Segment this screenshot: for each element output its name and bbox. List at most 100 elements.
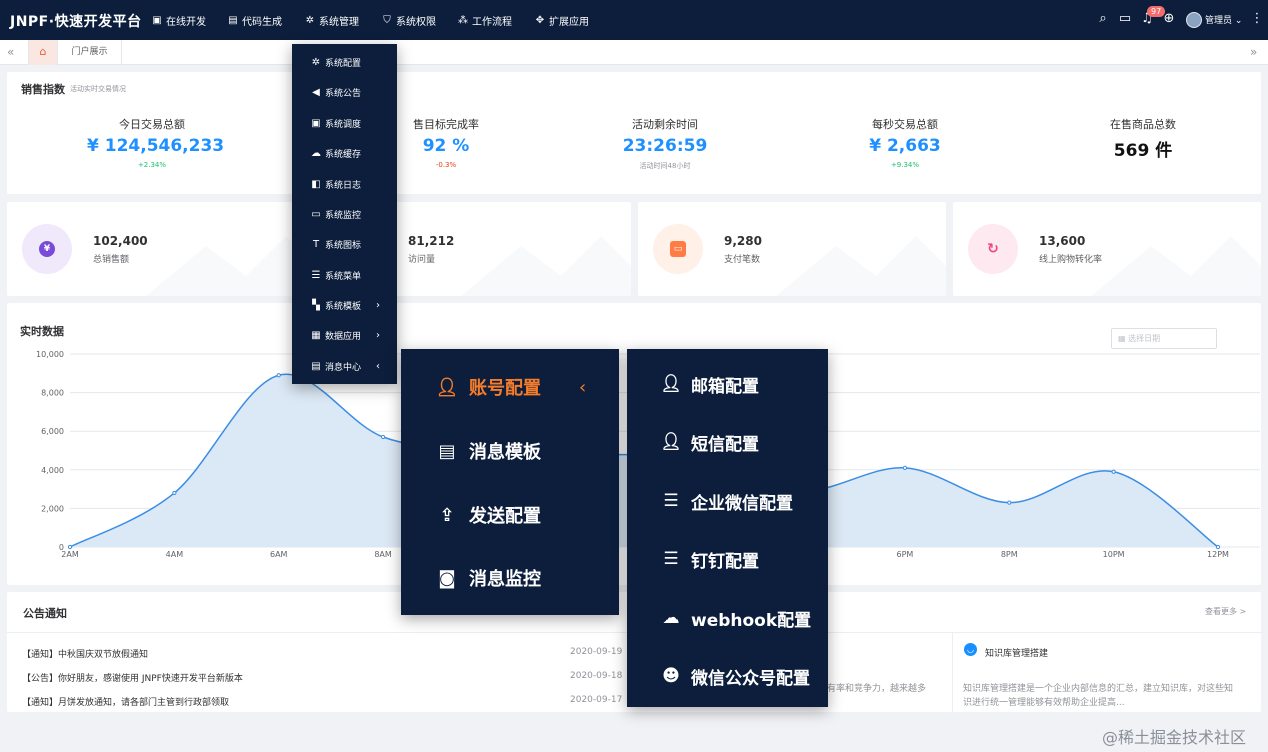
menu-item-system-schedule[interactable]: ▣ 系统调度 <box>292 108 361 138</box>
notice-date: 2020-09-18 <box>570 671 623 681</box>
account-config-submenu: 👤︎ 邮箱配置 👤︎ 短信配置 ☰ 企业微信配置 ☰ 钉钉配置 ☁ webhook配置 ☻… <box>627 349 828 707</box>
data-point <box>1007 500 1012 505</box>
cloud-icon: ☁ <box>311 147 321 159</box>
wechat-icon: ☻ <box>662 666 680 686</box>
menu-label: 消息中心 <box>325 362 362 373</box>
menu-item-system-log[interactable]: ◧ 系统日志 <box>292 169 361 199</box>
data-grid-icon: ▦ <box>311 329 321 341</box>
menu-label: 系统公告 <box>325 88 362 99</box>
card-title: 公告通知 <box>23 607 67 620</box>
menu-item-system-icons[interactable]: T 系统图标 <box>292 229 361 259</box>
menu-label: 短信配置 <box>691 434 759 455</box>
user-icon: 👤︎ <box>660 432 682 452</box>
x-tick-label: 8AM <box>374 550 392 559</box>
schedule-icon: ▣ <box>311 117 321 129</box>
kb-title[interactable]: 知识库管理搭建 <box>985 646 1048 659</box>
menu-label: 发送配置 <box>469 506 541 527</box>
watermark: @稀土掘金技术社区 <box>1102 728 1247 747</box>
menu-item-message-template[interactable]: ▤ 消息模板 <box>401 421 541 481</box>
view-more-link[interactable]: 查看更多 > <box>1205 606 1246 617</box>
chevron-left-icon: ‹ <box>376 360 380 372</box>
x-tick-label: 12PM <box>1207 550 1229 559</box>
menu-item-email-config[interactable]: 👤︎ 邮箱配置 <box>627 355 759 413</box>
log-icon: ◧ <box>311 178 321 190</box>
notice-date: 2020-09-17 <box>570 695 623 705</box>
y-tick-label: 2,000 <box>41 504 64 513</box>
data-point <box>67 544 73 550</box>
notice-item[interactable]: 【通知】月饼发放通知，请各部门主管到行政部领取 <box>22 695 229 708</box>
menu-item-sms-config[interactable]: 👤︎ 短信配置 <box>627 413 759 471</box>
data-point <box>1215 544 1221 550</box>
menu-label: 消息模板 <box>469 442 541 463</box>
x-tick-label: 6PM <box>896 550 913 559</box>
chevron-right-icon: › <box>376 329 380 341</box>
menu-label: 账号配置 <box>469 378 541 399</box>
menu-label: 系统调度 <box>325 119 362 130</box>
message-icon: ▤ <box>311 360 321 372</box>
server-icon: ☰ <box>663 549 679 569</box>
menu-item-data-apps[interactable]: ▦ 数据应用 › <box>292 320 397 350</box>
gear-icon: ✲ <box>311 56 321 68</box>
menu-label: 系统日志 <box>325 180 362 191</box>
upload-icon: ⇪ <box>439 504 455 526</box>
notice-item[interactable]: 【通知】中秋国庆双节放假通知 <box>22 647 148 660</box>
chevron-left-icon: ‹ <box>579 376 587 398</box>
menu-label: 系统配置 <box>325 58 362 69</box>
template-icon: ▚ <box>312 299 320 311</box>
menu-label: 系统菜单 <box>325 271 362 282</box>
menu-label: 系统模板 <box>325 301 362 312</box>
menu-item-wechat-mp-config[interactable]: ☻ 微信公众号配置 <box>627 647 810 705</box>
menu-item-system-cache[interactable]: ☁ 系统缓存 <box>292 138 361 168</box>
menu-label: 微信公众号配置 <box>691 668 810 689</box>
menu-item-system-monitor[interactable]: ▭ 系统监控 <box>292 199 361 229</box>
menu-label: 系统图标 <box>325 240 362 251</box>
list-doc-icon: ▤ <box>438 440 456 462</box>
menu-item-message-center[interactable]: ▤ 消息中心 ‹ <box>292 351 397 381</box>
camera-icon: ◙ <box>438 567 456 589</box>
monitor-wave-icon: ▭ <box>311 208 321 220</box>
menu-item-system-menu[interactable]: ☰ 系统菜单 <box>292 260 362 290</box>
user-icon: 👤︎ <box>435 376 459 398</box>
menu-item-dingtalk-config[interactable]: ☰ 钉钉配置 <box>627 530 759 588</box>
x-tick-label: 6AM <box>270 550 288 559</box>
cloud-upload-icon: ☁ <box>662 608 680 628</box>
y-tick-label: 8,000 <box>41 389 64 398</box>
menu-label: 系统缓存 <box>325 149 362 160</box>
menu-item-webhook-config[interactable]: ☁ webhook配置 <box>627 589 812 647</box>
menu-item-system-config[interactable]: ✲ 系统配置 <box>292 47 361 77</box>
menu-label: 邮箱配置 <box>691 376 759 397</box>
notice-item[interactable]: 【公告】你好朋友，感谢使用 JNPF快速开发平台新版本 <box>22 671 243 684</box>
kb-desc-line1: 知识库管理搭建是一个企业内部信息的汇总，建立知识库，对这些知 <box>963 684 1234 694</box>
menu-item-system-template[interactable]: ▚ 系统模板 › <box>292 290 397 320</box>
menu-label: 系统监控 <box>325 210 362 221</box>
y-tick-label: 4,000 <box>41 466 64 475</box>
menu-item-system-notice[interactable]: ◀ 系统公告 <box>292 77 361 107</box>
chat-bubble-icon: ◡ <box>964 643 977 656</box>
menu-item-account-config[interactable]: 👤︎ 账号配置 ‹ <box>401 357 619 417</box>
article-snippet: 有率和竞争力，越来越多 <box>827 684 927 694</box>
menu-item-send-config[interactable]: ⇪ 发送配置 <box>401 485 541 545</box>
data-point <box>172 490 177 496</box>
x-tick-label: 8PM <box>1001 550 1018 559</box>
menu-label: webhook配置 <box>691 610 812 631</box>
megaphone-icon: ◀ <box>312 86 320 98</box>
x-tick-label: 10PM <box>1103 550 1125 559</box>
menu-item-message-monitor[interactable]: ◙ 消息监控 <box>401 548 541 608</box>
text-box-icon: T <box>312 238 320 250</box>
y-tick-label: 10,000 <box>36 350 64 359</box>
menu-label: 消息监控 <box>469 569 541 590</box>
kb-desc-line2: 识进行统一管理能够有效帮助企业提高... <box>963 698 1125 708</box>
user-icon: 👤︎ <box>660 374 682 394</box>
y-tick-label: 6,000 <box>41 427 64 436</box>
menu-item-wecom-config[interactable]: ☰ 企业微信配置 <box>627 472 793 530</box>
system-manage-menu: ✲ 系统配置 ◀ 系统公告 ▣ 系统调度 ☁ 系统缓存 ◧ 系统日志 ▭ 系统监控 T 系统图… <box>292 44 397 384</box>
x-tick-label: 4AM <box>166 550 184 559</box>
data-point <box>1111 469 1116 474</box>
menu-label: 钉钉配置 <box>691 551 759 572</box>
menu-label: 数据应用 <box>325 331 362 342</box>
message-center-submenu: 👤︎ 账号配置 ‹ ▤ 消息模板 ⇪ 发送配置 ◙ 消息监控 <box>401 349 619 615</box>
chevron-right-icon: › <box>376 299 380 311</box>
data-point <box>276 373 281 378</box>
menu-label: 企业微信配置 <box>691 493 793 514</box>
notice-date: 2020-09-19 <box>570 647 623 657</box>
